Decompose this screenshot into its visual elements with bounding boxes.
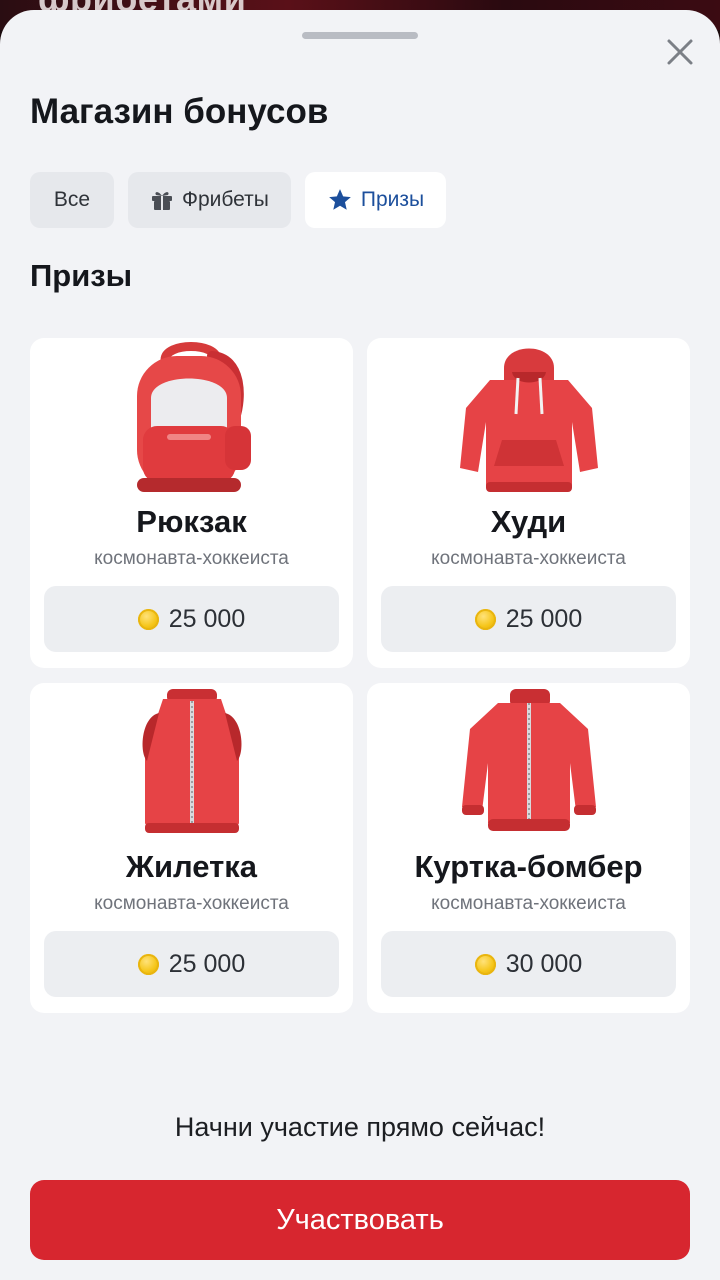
prize-card-vest[interactable]: Жилетка космонавта-хоккеиста 25 000 bbox=[30, 683, 353, 1013]
page-title: Магазин бонусов bbox=[30, 92, 329, 131]
tab-all-label: Все bbox=[53, 188, 91, 211]
bomber-jacket-image bbox=[367, 683, 690, 843]
participate-button[interactable]: Участвовать bbox=[30, 1180, 690, 1260]
tab-freebets-label: Фрибеты bbox=[182, 188, 269, 211]
coin-icon bbox=[137, 953, 159, 975]
tab-freebets[interactable]: Фрибеты bbox=[128, 172, 291, 228]
star-icon bbox=[329, 189, 351, 210]
category-tabs: Все Фрибеты Призы bbox=[30, 172, 447, 228]
vest-image bbox=[30, 683, 353, 843]
prize-subtitle: космонавта-хоккеиста bbox=[431, 893, 626, 914]
prize-name: Рюкзак bbox=[136, 504, 247, 539]
coin-icon bbox=[474, 608, 496, 630]
price-value: 30 000 bbox=[505, 949, 583, 978]
price-value: 25 000 bbox=[505, 604, 583, 633]
close-button[interactable] bbox=[660, 32, 700, 72]
close-icon bbox=[667, 39, 693, 65]
prize-subtitle: космонавта-хоккеиста bbox=[431, 548, 626, 569]
tab-prizes-label: Призы bbox=[360, 188, 425, 211]
drag-handle[interactable] bbox=[302, 32, 418, 39]
prize-subtitle: космонавта-хоккеиста bbox=[94, 548, 289, 569]
bonus-shop-sheet: Магазин бонусов Все Фрибеты Призы Призы bbox=[0, 10, 720, 1280]
tab-prizes[interactable]: Призы bbox=[304, 172, 447, 228]
cta-caption: Начни участие прямо сейчас! bbox=[174, 1112, 546, 1142]
coin-icon bbox=[474, 953, 496, 975]
price-value: 25 000 bbox=[168, 949, 246, 978]
tab-all[interactable]: Все bbox=[30, 172, 114, 228]
prize-name: Худи bbox=[490, 504, 567, 539]
prize-name: Куртка-бомбер bbox=[414, 849, 643, 884]
price-button[interactable]: 25 000 bbox=[44, 931, 339, 997]
section-title: Призы bbox=[30, 258, 133, 293]
prize-card-bomber[interactable]: Куртка-бомбер космонавта-хоккеиста 30 00… bbox=[367, 683, 690, 1013]
prize-card-hoodie[interactable]: Худи космонавта-хоккеиста 25 000 bbox=[367, 338, 690, 668]
prize-subtitle: космонавта-хоккеиста bbox=[94, 893, 289, 914]
hoodie-image bbox=[367, 338, 690, 498]
prize-card-backpack[interactable]: Рюкзак космонавта-хоккеиста 25 000 bbox=[30, 338, 353, 668]
gift-icon bbox=[152, 192, 172, 210]
backpack-image bbox=[30, 338, 353, 498]
price-button[interactable]: 30 000 bbox=[381, 931, 676, 997]
coin-icon bbox=[137, 608, 159, 630]
prize-name: Жилетка bbox=[125, 849, 258, 884]
price-value: 25 000 bbox=[168, 604, 246, 633]
price-button[interactable]: 25 000 bbox=[381, 586, 676, 652]
price-button[interactable]: 25 000 bbox=[44, 586, 339, 652]
